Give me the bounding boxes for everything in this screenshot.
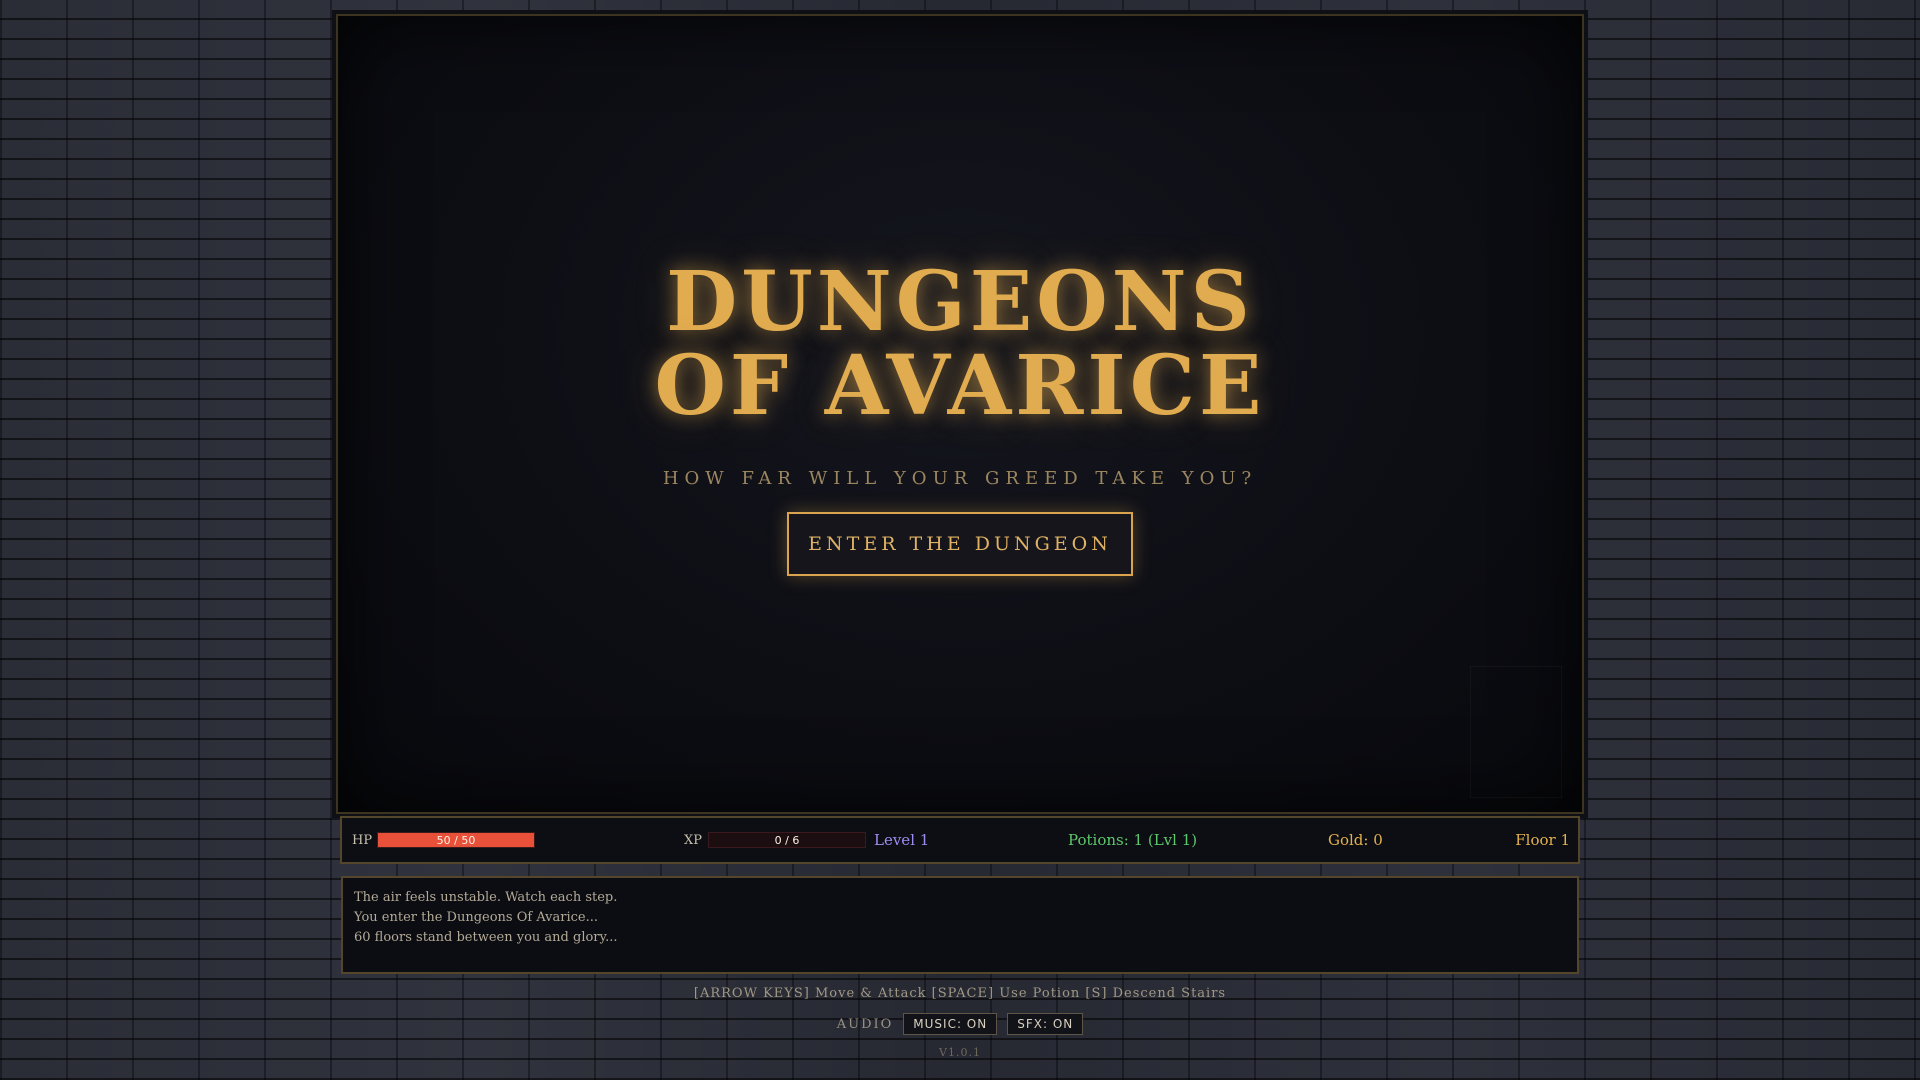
status-bar: HP 50 / 50 XP 0 / 6 Level 1 Potions: 1 (… bbox=[340, 816, 1580, 864]
potions-indicator: Potions: 1 (Lvl 1) bbox=[1068, 831, 1198, 849]
title-line-2: OF AVARICE bbox=[654, 338, 1266, 434]
xp-label: XP bbox=[684, 832, 703, 848]
log-line: The air feels unstable. Watch each step. bbox=[354, 890, 618, 905]
game-viewport[interactable]: DUNGEONS OF AVARICE HOW FAR WILL YOUR GR… bbox=[336, 14, 1584, 814]
hp-label: HP bbox=[352, 832, 373, 848]
title-line-1: DUNGEONS bbox=[666, 254, 1254, 350]
floor-indicator: Floor 1 bbox=[1515, 831, 1570, 849]
version-label: V1.0.1 bbox=[939, 1046, 981, 1059]
log-line: You enter the Dungeons Of Avarice... bbox=[354, 910, 599, 925]
sfx-toggle-button[interactable]: SFX: ON bbox=[1007, 1013, 1084, 1035]
enter-dungeon-button[interactable]: ENTER THE DUNGEON bbox=[787, 512, 1133, 576]
log-line: 60 floors stand between you and glory... bbox=[354, 930, 618, 945]
xp-bar: 0 / 6 bbox=[708, 818, 866, 862]
xp-value: 0 / 6 bbox=[774, 833, 800, 847]
hp-bar: 50 / 50 bbox=[377, 818, 535, 862]
message-log: The air feels unstable. Watch each step.… bbox=[341, 876, 1579, 974]
faded-corner-decoration bbox=[1470, 666, 1562, 798]
game-title: DUNGEONS OF AVARICE bbox=[338, 260, 1582, 428]
hp-value: 50 / 50 bbox=[436, 833, 476, 847]
audio-controls: AUDIO MUSIC: ON SFX: ON bbox=[0, 1012, 1920, 1036]
audio-label: AUDIO bbox=[836, 1016, 894, 1032]
gold-indicator: Gold: 0 bbox=[1328, 831, 1383, 849]
level-indicator: Level 1 bbox=[874, 831, 930, 849]
music-toggle-button[interactable]: MUSIC: ON bbox=[903, 1013, 998, 1035]
game-subtitle: HOW FAR WILL YOUR GREED TAKE YOU? bbox=[662, 468, 1258, 489]
controls-help: [ARROW KEYS] Move & Attack [SPACE] Use P… bbox=[693, 986, 1227, 1001]
